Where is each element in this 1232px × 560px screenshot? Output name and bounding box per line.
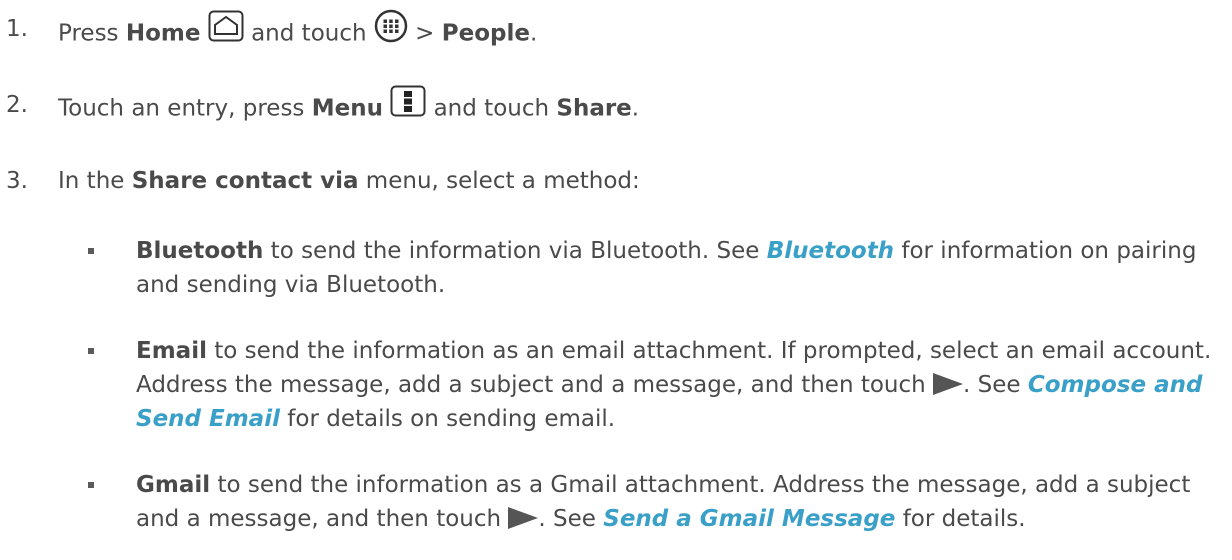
bullet-marker xyxy=(88,248,94,254)
send-gmail-message-link[interactable]: Send a Gmail Message xyxy=(603,506,895,532)
bullet-marker xyxy=(88,348,94,354)
send-arrow-icon xyxy=(508,506,539,529)
step-text: Touch an entry, press Menu and touch Sha… xyxy=(58,85,639,130)
step-number: 1. xyxy=(6,16,28,42)
bullet-bluetooth: Bluetooth to send the information via Bl… xyxy=(136,238,1197,298)
step-number: 3. xyxy=(6,168,28,194)
apps-grid-icon xyxy=(374,9,408,53)
bluetooth-link[interactable]: Bluetooth xyxy=(767,238,894,264)
step-text: In the Share contact via menu, select a … xyxy=(58,168,640,194)
step-number: 2. xyxy=(6,92,28,118)
step-text: Press Home and touch > People. xyxy=(58,9,537,56)
menu-button-icon xyxy=(390,85,426,127)
bullet-gmail: Gmail to send the information as a Gmail… xyxy=(136,472,1191,532)
home-button-icon xyxy=(208,10,244,52)
bullet-email: Email to send the information as an emai… xyxy=(136,338,1212,432)
send-arrow-icon xyxy=(933,372,964,395)
bullet-marker xyxy=(88,482,94,488)
